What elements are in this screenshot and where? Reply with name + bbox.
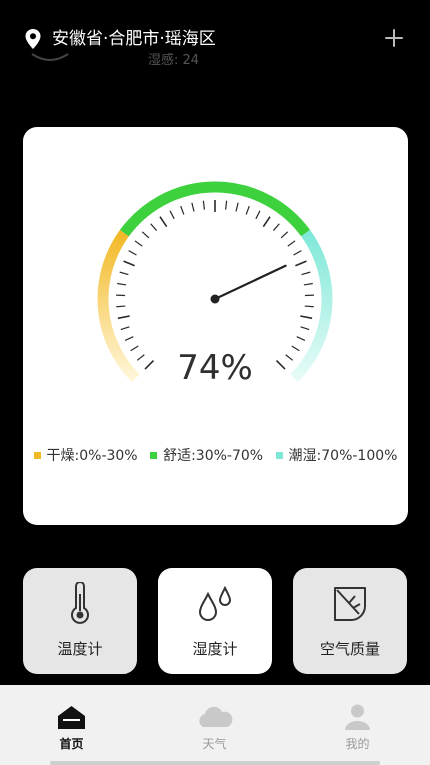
gauge-tick — [124, 336, 134, 341]
leaf-icon — [334, 587, 366, 621]
gauge-tick — [262, 216, 271, 228]
gauge-tick — [255, 210, 261, 220]
tab-home[interactable]: 首页 — [0, 685, 143, 765]
tab-weather[interactable]: 天气 — [143, 685, 286, 765]
gauge-legend: 干燥:0%-30% 舒适:30%-70% 潮湿:70%-100% — [23, 445, 408, 465]
gauge-tick — [144, 359, 155, 370]
gauge-tick — [300, 315, 313, 320]
gauge-tick — [150, 223, 158, 231]
location-pin-icon — [25, 29, 41, 49]
gauge-tick — [128, 250, 137, 256]
legend-comfort: 舒适:30%-70% — [150, 445, 263, 465]
thermometer-label: 温度计 — [57, 640, 103, 658]
legend-humid-label: 潮湿:70%-100% — [288, 448, 398, 464]
home-icon — [58, 706, 85, 729]
legend-comfort-label: 舒适:30%-70% — [163, 448, 264, 464]
gauge-needle-line — [213, 264, 287, 301]
gauge-tick — [295, 260, 307, 267]
gauge-tick — [245, 205, 250, 215]
gauge-tick — [272, 223, 280, 231]
gauge-tick — [287, 240, 296, 247]
legend-humid: 潮湿:70%-100% — [275, 445, 398, 465]
air-quality-label: 空气质量 — [319, 640, 380, 658]
legend-dry-swatch — [33, 451, 41, 459]
gauge-tick — [304, 305, 314, 308]
scrolled-arc-decoration — [31, 53, 69, 61]
scrolled-content-text: 湿感: 24 — [148, 53, 200, 68]
user-icon — [345, 704, 370, 730]
home-indicator — [50, 761, 380, 765]
gauge-tick — [141, 231, 150, 239]
location-label[interactable]: 安徽省·合肥市·瑶海区 — [52, 28, 216, 50]
add-city-button[interactable] — [380, 24, 408, 52]
gauge-tick — [235, 202, 239, 212]
bottom-tab-bar: 首页 天气 我的 — [0, 685, 430, 765]
gauge-needle — [210, 264, 287, 304]
gauge-tick — [117, 315, 130, 320]
gauge-needle-hub — [210, 294, 220, 304]
gauge-tick — [130, 345, 139, 352]
gauge-tick — [296, 336, 306, 341]
tab-weather-label: 天气 — [202, 737, 227, 751]
gauge-tick — [285, 354, 294, 361]
gauge-tick — [191, 202, 195, 212]
legend-dry: 干燥:0%-30% — [33, 445, 138, 465]
gauge-arc-humid — [290, 229, 333, 383]
tab-home-label: 首页 — [59, 737, 84, 751]
legend-dry-label: 干燥:0%-30% — [46, 448, 138, 464]
gauge-tick — [159, 216, 168, 228]
hygrometer-label: 湿度计 — [192, 640, 238, 658]
hygrometer-tile[interactable]: 湿度计 — [158, 568, 272, 674]
humidity-value: 74% — [177, 348, 253, 388]
tab-profile[interactable]: 我的 — [286, 685, 429, 765]
gauge-tick — [300, 326, 310, 331]
gauge-tick — [117, 282, 127, 286]
gauge-tick — [123, 260, 135, 267]
gauge-ticks — [116, 200, 314, 370]
gauge-tick — [275, 359, 286, 370]
air-quality-tile[interactable]: 空气质量 — [293, 568, 407, 674]
tab-profile-label: 我的 — [345, 737, 370, 751]
gauge-tick — [119, 271, 129, 276]
header: 湿感: 24 安徽省·合肥市·瑶海区 — [0, 0, 430, 80]
gauge-tick — [116, 305, 126, 308]
gauge-tick — [293, 250, 302, 256]
gauge-arc-dry — [97, 229, 140, 383]
humidity-gauge: 74% — [97, 181, 333, 388]
water-drops-icon — [198, 585, 232, 621]
thermometer-icon — [71, 582, 89, 624]
gauge-tick — [280, 231, 289, 239]
gauge-tick — [303, 282, 313, 286]
gauge-tick — [134, 240, 143, 247]
legend-humid-swatch — [275, 451, 283, 459]
gauge-tick — [301, 271, 311, 276]
gauge-tick — [169, 210, 175, 220]
legend-comfort-swatch — [150, 451, 158, 459]
cloud-icon — [199, 706, 233, 727]
gauge-tick — [224, 200, 228, 210]
gauge-tick — [202, 200, 206, 210]
gauge-tick — [120, 326, 130, 331]
thermometer-tile[interactable]: 温度计 — [23, 568, 137, 674]
gauge-tick — [136, 354, 145, 361]
humidity-card: 74% 干燥:0%-30% 舒适:30%-70% 潮湿:70%-100% — [23, 127, 408, 525]
gauge-tick — [180, 205, 185, 215]
gauge-tick — [291, 345, 300, 352]
